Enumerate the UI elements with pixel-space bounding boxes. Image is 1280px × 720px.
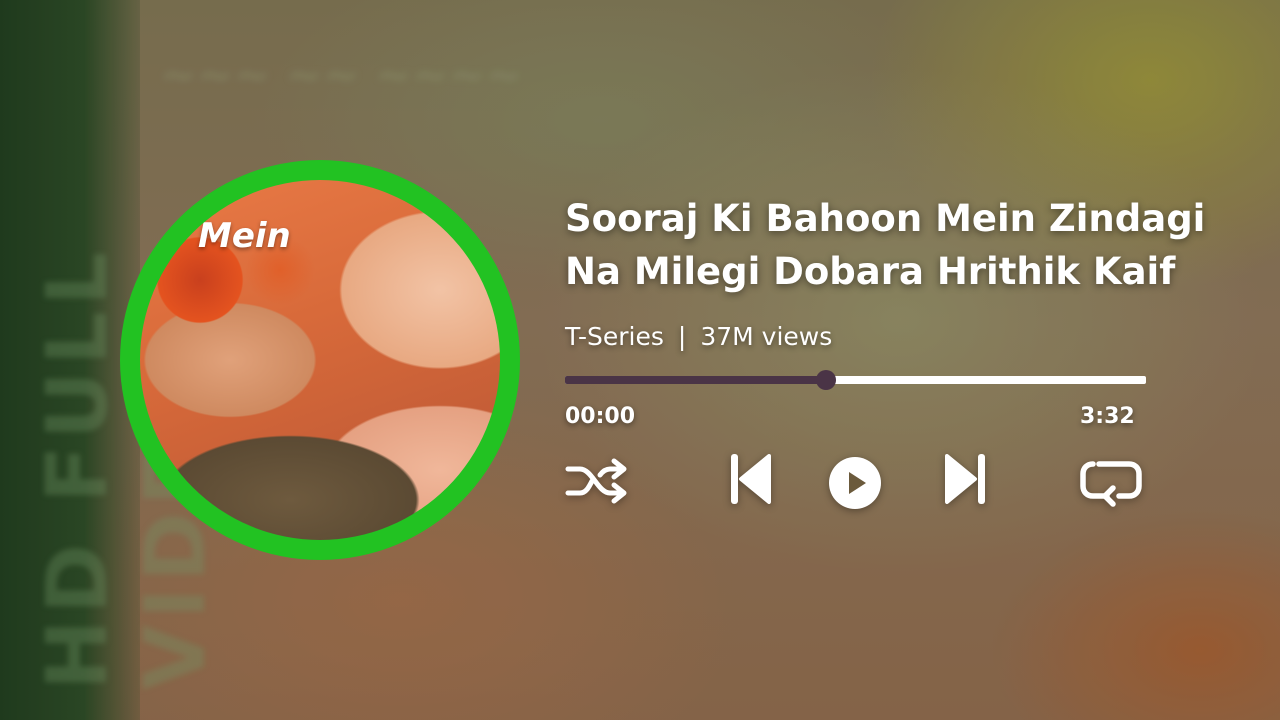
album-art-image: Mein xyxy=(140,180,500,540)
progress-played xyxy=(565,376,827,384)
next-button[interactable] xyxy=(938,448,994,510)
album-art: Mein xyxy=(120,160,520,560)
album-art-text: Mein xyxy=(198,216,291,256)
duration: 3:32 xyxy=(1080,404,1135,429)
repeat-icon xyxy=(1080,461,1142,507)
progress-bar[interactable] xyxy=(565,370,1146,390)
play-button[interactable] xyxy=(826,454,884,512)
meta-separator: | xyxy=(677,322,687,351)
song-title: Sooraj Ki Bahoon Mein Zindagi Na Milegi … xyxy=(565,192,1265,298)
song-title-line1: Sooraj Ki Bahoon Mein Zindagi xyxy=(565,197,1206,240)
view-count: 37M views xyxy=(700,322,833,351)
current-time: 00:00 xyxy=(565,404,636,429)
play-icon xyxy=(829,457,881,509)
skip-next-icon xyxy=(945,454,985,504)
repeat-button[interactable] xyxy=(1074,452,1148,512)
shuffle-button[interactable] xyxy=(562,450,632,512)
previous-button[interactable] xyxy=(722,448,778,510)
song-meta: T-Series | 37M views xyxy=(565,322,832,351)
song-title-line2: Na Milegi Dobara Hrithik Kaif xyxy=(565,250,1176,293)
channel-name: T-Series xyxy=(565,322,664,351)
skip-previous-icon xyxy=(731,454,771,504)
shuffle-icon xyxy=(565,458,627,504)
